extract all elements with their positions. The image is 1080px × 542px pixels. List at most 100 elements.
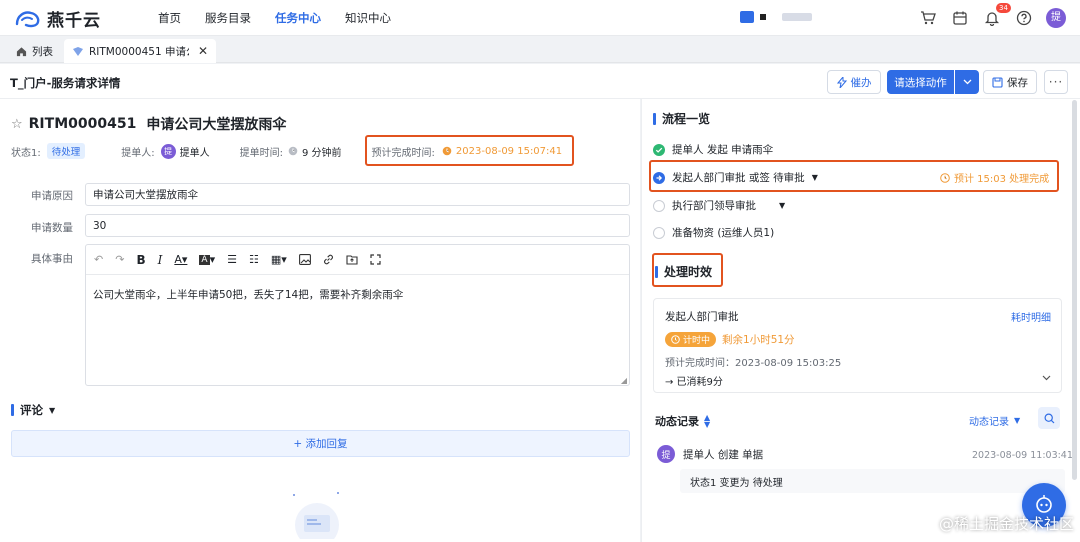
check-circle-icon [653,143,665,156]
add-reply-button[interactable]: + 添加回复 [11,430,630,457]
comments-header[interactable]: 评论 ▼ [11,402,55,418]
nav-item-task-center[interactable]: 任务中心 [275,10,321,26]
tab-list-label: 列表 [32,45,53,58]
sla-eta: 预计完成时间：2023-08-09 15:03:25 [665,358,842,369]
nav-item-service-catalog[interactable]: 服务目录 [205,10,251,26]
urge-button[interactable]: 催办 [827,70,881,94]
process-header: 流程一览 [653,110,710,127]
quantity-field[interactable]: 30 [85,214,630,237]
cart-icon[interactable] [920,10,936,26]
home-icon [16,46,27,57]
process-title: 流程一览 [662,112,711,126]
process-step-4-text: 准备物资 (运维人员1) [672,227,775,239]
activity-detail-text: 状态1 变更为 待处理 [690,477,783,489]
tab-bar: 列表 RITM0000451 申请公 ✕ [0,37,1080,63]
undo-icon[interactable]: ↶ [94,253,103,266]
logo[interactable]: 燕千云 [14,6,101,31]
numbered-list-icon[interactable]: ☷ [249,253,259,266]
help-icon[interactable] [1016,10,1032,26]
redo-icon[interactable]: ↷ [115,253,124,266]
caret-down-icon: ▼ [49,405,56,415]
chevron-down-icon [963,79,972,85]
tab-list[interactable]: 列表 [8,39,61,63]
image-icon[interactable] [298,254,311,265]
add-reply-label: + 添加回复 [293,438,348,450]
save-button[interactable]: 保存 [983,70,1037,94]
scrollbar[interactable] [1072,100,1077,480]
more-button[interactable]: ··· [1044,70,1068,94]
resize-handle-icon[interactable]: ◢ [621,376,627,385]
empty-state-illustration [288,489,346,542]
process-step-3[interactable]: 执行部门领导审批 ▼ [653,198,785,213]
activity-filter-label: 动态记录 [969,417,1009,428]
tenant-name-blurred [782,13,812,21]
quantity-value: 30 [93,219,107,232]
logo-icon [14,8,42,30]
calendar-icon[interactable] [952,10,968,26]
star-icon[interactable]: ☆ [11,117,23,132]
tenant-mark [760,14,766,20]
sort-icon[interactable]: ▲ ▼ [704,414,710,429]
link-icon[interactable] [323,254,334,265]
nav-item-knowledge-center[interactable]: 知识中心 [345,10,391,26]
activity-search-button[interactable] [1038,407,1060,429]
sla-detail-link[interactable]: 耗时明细 [1011,309,1051,324]
pending-circle-icon [653,226,665,239]
editor-toolbar: ↶ ↷ B I A▾ A ▾ ☰ ☷ ▦▾ [86,245,629,275]
user-avatar[interactable]: 提 [1046,8,1066,28]
highlight-sla-box [652,253,723,287]
reason-value: 申请公司大堂摆放雨伞 [93,189,198,201]
select-action-label: 请选择动作 [894,76,947,89]
tab-ticket-label: RITM0000451 申请公 [89,45,189,58]
watermark-text: @稀土掘金技术社区 [938,515,1074,533]
lightning-icon [836,76,847,88]
tenant-switcher[interactable] [740,11,812,23]
action-dropdown-button[interactable] [955,70,979,94]
sla-card-title: 发起人部门审批 [665,311,739,323]
submitter-label: 提单人: [121,147,155,159]
status-badge: 待处理 [46,143,86,159]
close-tab-icon[interactable]: ✕ [198,44,208,58]
page-header: T_门户-服务请求详情 催办 请选择动作 保存 ··· [0,64,1080,99]
bullet-list-icon[interactable]: ☰ [227,253,237,266]
save-icon [992,76,1003,88]
bold-icon[interactable]: B [136,253,145,267]
quantity-label: 申请数量 [31,222,73,234]
upload-file-icon[interactable] [346,254,358,265]
process-step-4: 准备物资 (运维人员1) [653,225,774,240]
activity-avatar: 提 [657,445,675,463]
highlight-eta-box [365,135,574,166]
submitter-name: 提单人 [179,147,210,159]
detail-label: 具体事由 [31,253,73,265]
nav-item-home[interactable]: 首页 [158,10,181,26]
table-icon[interactable]: ▦▾ [271,253,287,266]
activity-title: 动态记录 [655,415,699,428]
detail-editor[interactable]: ↶ ↷ B I A▾ A ▾ ☰ ☷ ▦▾ 公司大堂雨伞，上半年申请50把，丢失了… [85,244,630,386]
comments-title: 评论 [20,403,43,417]
robot-icon [1033,493,1055,515]
timer-tag-label: 计时中 [683,336,711,346]
ticket-title: 申请公司大堂摆放雨伞 [146,117,287,133]
logo-text: 燕千云 [47,11,101,31]
save-button-label: 保存 [1007,76,1028,89]
ticket-number: RITM0000451 [28,116,137,132]
font-color-icon[interactable]: A▾ [174,253,187,266]
italic-icon[interactable]: I [158,253,163,267]
page-title: T_门户-服务请求详情 [10,76,121,90]
expand-chevron-icon[interactable] [1042,371,1051,384]
side-panel: 流程一览 提单人 发起 申请雨伞 发起人部门审批 或签 待审批 ▼ 预计 15:… [641,99,1080,542]
caret-down-icon[interactable]: ▼ [779,201,785,210]
pending-circle-icon [653,199,665,212]
fullscreen-icon[interactable] [370,254,381,265]
highlight-icon[interactable]: A ▾ [199,253,215,266]
activity-filter[interactable]: 动态记录 ▼ [969,413,1020,428]
select-action-button[interactable]: 请选择动作 [887,70,954,94]
tab-ticket[interactable]: RITM0000451 申请公 ✕ [64,39,216,63]
submit-time: 9 分钟前 [302,147,342,159]
bell-icon[interactable] [984,10,1000,26]
timer-tag: 计时中 [665,332,717,347]
urge-button-label: 催办 [850,76,872,89]
reason-label: 申请原因 [31,190,73,202]
tenant-logo-icon [740,11,754,23]
reason-field[interactable]: 申请公司大堂摆放雨伞 [85,183,630,206]
